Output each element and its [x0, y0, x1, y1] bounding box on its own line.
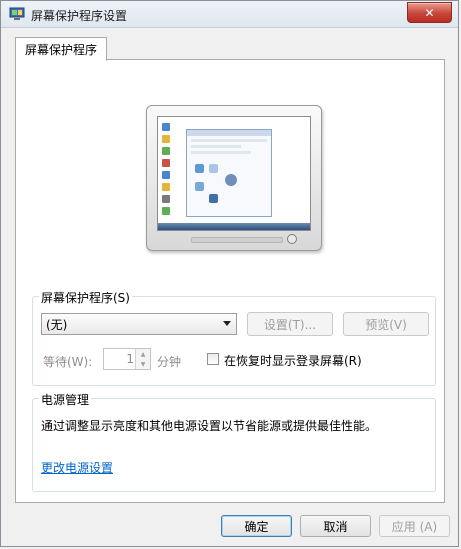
settings-button[interactable]: 设置(T)...	[247, 312, 333, 336]
power-led-icon	[287, 234, 297, 244]
window-title: 屏幕保护程序设置	[31, 9, 128, 23]
desktop-icon	[162, 147, 170, 155]
desktop-icon	[162, 135, 170, 143]
desktop-icon	[162, 159, 170, 167]
monitor-bezel-slot	[191, 237, 283, 243]
wait-minutes-value: 1	[126, 352, 134, 366]
display-settings-icon	[9, 7, 25, 20]
tab-screensaver[interactable]: 屏幕保护程序	[15, 37, 107, 61]
power-description: 通过调整显示亮度和其他电源设置以节省能源或提供最佳性能。	[41, 419, 378, 433]
preview-taskbar	[158, 223, 310, 230]
preview-screen	[157, 116, 311, 231]
desktop-icon	[162, 183, 170, 191]
cancel-button[interactable]: 取消	[300, 515, 371, 537]
desktop-icon	[162, 123, 170, 131]
tab-panel: 屏幕保护程序(S) (无) 设置(T)... 预览(V) 等待(W): 1 ▲ …	[15, 59, 445, 503]
monitor-preview	[146, 105, 322, 251]
resume-logon-checkbox[interactable]	[207, 353, 219, 365]
screensaver-group-label: 屏幕保护程序(S)	[39, 289, 132, 306]
desktop-icon	[162, 207, 170, 215]
change-power-settings-link[interactable]: 更改电源设置	[41, 459, 113, 476]
close-icon: ✕	[424, 5, 435, 20]
preview-button-label: 预览(V)	[365, 317, 407, 332]
screensaver-group: 屏幕保护程序(S) (无) 设置(T)... 预览(V) 等待(W): 1 ▲ …	[32, 289, 436, 386]
desktop-icon	[162, 195, 170, 203]
preview-button[interactable]: 预览(V)	[343, 312, 429, 336]
desktop-icon	[162, 171, 170, 179]
wait-unit-label: 分钟	[157, 355, 182, 369]
screensaver-selected-value: (无)	[46, 317, 68, 332]
screensaver-select[interactable]: (无)	[41, 313, 237, 335]
power-group-label: 电源管理	[39, 391, 92, 408]
wait-label: 等待(W):	[43, 355, 93, 369]
resume-logon-label[interactable]: 在恢复时显示登录屏幕(R)	[224, 352, 362, 369]
settings-button-label: 设置(T)...	[263, 317, 317, 332]
chevron-down-icon	[223, 321, 231, 326]
cancel-button-label: 取消	[323, 519, 348, 534]
stepper-down-icon[interactable]: ▼	[135, 359, 150, 369]
power-management-group: 电源管理 通过调整显示亮度和其他电源设置以节省能源或提供最佳性能。 更改电源设置	[32, 391, 436, 492]
screensaver-settings-dialog: 屏幕保护程序设置 ✕ 屏幕保护程序 屏幕保护程序(S) (无) 设置(T)...…	[0, 0, 459, 547]
apply-button[interactable]: 应用 (A)	[379, 515, 450, 537]
wait-minutes-stepper[interactable]: 1 ▲ ▼	[103, 348, 151, 370]
tab-label: 屏幕保护程序	[24, 43, 97, 57]
apply-button-label: 应用 (A)	[391, 519, 438, 534]
ok-button-label: 确定	[244, 519, 269, 534]
title-bar[interactable]: 屏幕保护程序设置 ✕	[1, 1, 458, 28]
preview-window	[186, 129, 272, 217]
ok-button[interactable]: 确定	[221, 515, 292, 537]
close-button[interactable]: ✕	[407, 2, 452, 23]
